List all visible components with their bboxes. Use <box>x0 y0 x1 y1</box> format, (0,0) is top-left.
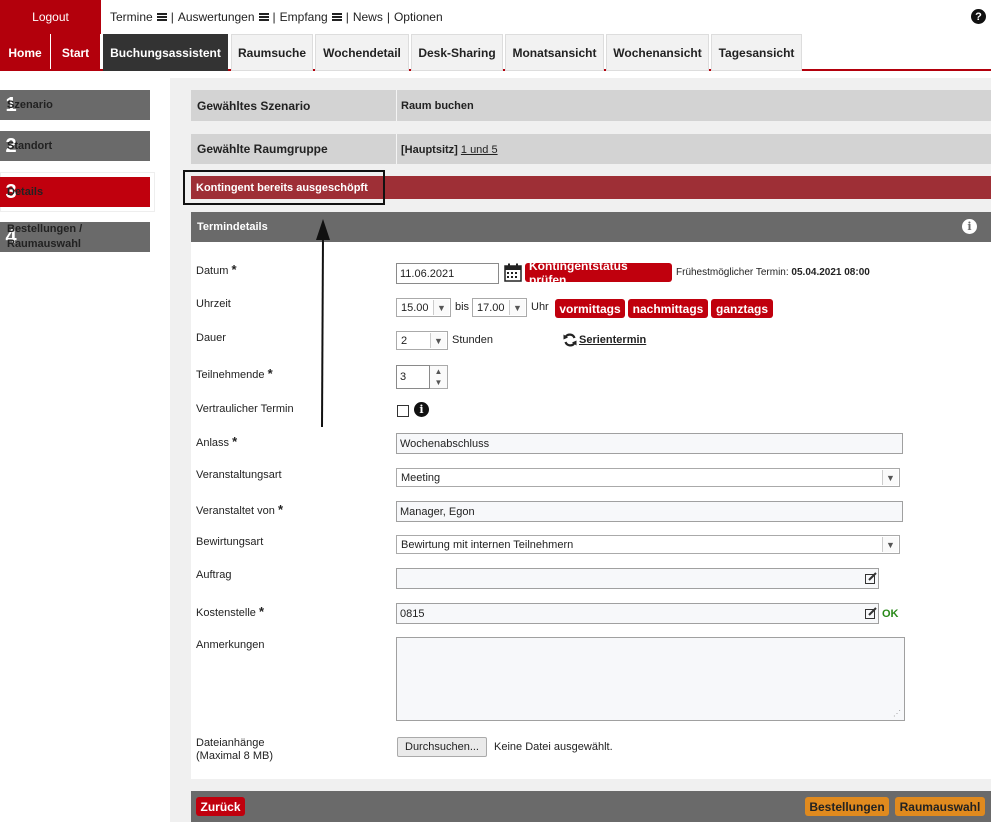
logout-button[interactable]: Logout <box>0 0 101 34</box>
participants-stepper[interactable]: ▲ ▼ <box>430 365 448 389</box>
catering-select[interactable]: Bewirtung mit internen Teilnehmern ▼ <box>396 535 900 554</box>
resize-handle[interactable]: ⋰ <box>893 709 901 718</box>
serientermin-link[interactable]: Serientermin <box>579 334 646 346</box>
cost-center-input[interactable]: 0815 <box>396 603 879 624</box>
browse-button[interactable]: Durchsuchen... <box>397 737 487 757</box>
event-type-select[interactable]: Meeting ▼ <box>396 468 900 487</box>
chevron-down-icon: ▼ <box>882 537 898 552</box>
chevron-down-icon[interactable]: ▼ <box>430 377 447 388</box>
refresh-icon <box>563 333 577 347</box>
chevron-down-icon: ▼ <box>433 300 449 315</box>
vertraulich-label: Vertraulicher Termin <box>196 403 294 415</box>
datum-label: Datum * <box>196 262 237 277</box>
teilnehmende-label: Teilnehmende * <box>196 366 273 381</box>
uhrzeit-label: Uhrzeit <box>196 298 231 310</box>
menu-termine[interactable]: Termine <box>110 10 167 24</box>
nachmittags-button[interactable]: nachmittags <box>628 299 708 318</box>
orders-button[interactable]: Bestellungen <box>805 797 889 816</box>
datei-sub-label: (Maximal 8 MB) <box>196 750 274 762</box>
remarks-textarea[interactable] <box>396 637 905 721</box>
datum-input[interactable]: 11.06.2021 <box>396 263 499 284</box>
ganztags-button[interactable]: ganztags <box>711 299 773 318</box>
check-quota-button[interactable]: Kontingentstatus prüfen <box>525 259 672 287</box>
order-input[interactable] <box>396 568 879 589</box>
duration-select[interactable]: 2 ▼ <box>396 331 448 350</box>
help-icon[interactable]: ? <box>971 9 986 24</box>
room-group-row: Gewählte Raumgruppe [Hauptsitz] 1 und 5 <box>191 134 991 164</box>
room-selection-button[interactable]: Raumauswahl <box>895 797 985 816</box>
info-icon[interactable]: i <box>962 219 977 234</box>
participants-input[interactable]: 3 <box>396 365 430 389</box>
tab-home[interactable]: Home <box>0 34 50 71</box>
hamburger-icon <box>331 13 342 21</box>
time-to-select[interactable]: 17.00 ▼ <box>472 298 527 317</box>
chevron-down-icon: ▼ <box>430 333 446 348</box>
chevron-down-icon: ▼ <box>882 470 898 485</box>
hamburger-icon <box>156 13 167 21</box>
vormittags-button[interactable]: vormittags <box>555 299 625 318</box>
cost-center-status: OK <box>882 608 899 620</box>
tab-wochenansicht[interactable]: Wochenansicht <box>606 34 709 71</box>
anmerkungen-label: Anmerkungen <box>196 639 265 651</box>
auftrag-label: Auftrag <box>196 569 232 581</box>
top-bar: Logout Termine | Auswertungen | Empfang … <box>0 0 991 34</box>
tab-raumsuche[interactable]: Raumsuche <box>231 34 313 71</box>
calendar-icon[interactable] <box>504 263 522 282</box>
scenario-row: Gewähltes Szenario Raum buchen <box>191 90 991 121</box>
organizer-input[interactable]: Manager, Egon <box>396 501 903 522</box>
termin-form: Datum * 11.06.2021 Kontingentstatus prüf… <box>191 242 991 779</box>
tab-wochendetail[interactable]: Wochendetail <box>315 34 409 71</box>
veranstaltet-label: Veranstaltet von * <box>196 502 284 517</box>
datei-label: Dateianhänge <box>196 737 265 749</box>
step-szenario[interactable]: 1 Szenario <box>0 90 150 120</box>
dauer-label: Dauer <box>196 332 226 344</box>
menu-optionen[interactable]: Optionen <box>394 10 443 24</box>
bottom-bar: Zurück Bestellungen Raumauswahl <box>191 791 991 822</box>
top-menu: Termine | Auswertungen | Empfang | News … <box>110 10 443 24</box>
highlight-box <box>183 170 385 205</box>
menu-auswertungen[interactable]: Auswertungen <box>178 10 269 24</box>
chevron-up-icon[interactable]: ▲ <box>430 366 447 377</box>
edit-icon[interactable] <box>865 572 877 584</box>
back-button[interactable]: Zurück <box>196 797 245 816</box>
step-bestellungen[interactable]: 4 Bestellungen / Raumauswahl <box>0 222 150 252</box>
info-icon[interactable]: i <box>414 402 429 417</box>
bewirtung-label: Bewirtungsart <box>196 536 264 548</box>
tab-buchungsassistent[interactable]: Buchungsassistent <box>103 34 228 71</box>
step-details[interactable]: 3 Details <box>0 177 150 207</box>
tab-tagesansicht[interactable]: Tagesansicht <box>711 34 802 71</box>
no-file-text: Keine Datei ausgewählt. <box>494 741 613 753</box>
chevron-down-icon: ▼ <box>509 300 525 315</box>
menu-news[interactable]: News <box>353 10 383 24</box>
menu-empfang[interactable]: Empfang <box>280 10 342 24</box>
anlass-label: Anlass * <box>196 434 238 449</box>
edit-icon[interactable] <box>865 607 877 619</box>
occasion-input[interactable]: Wochenabschluss <box>396 433 903 454</box>
kostenstelle-label: Kostenstelle * <box>196 604 265 619</box>
hamburger-icon <box>258 13 269 21</box>
room-group-link[interactable]: 1 und 5 <box>461 144 498 156</box>
confidential-checkbox[interactable] <box>397 405 409 417</box>
section-header: Termindetails i <box>191 212 991 242</box>
tab-monatsansicht[interactable]: Monatsansicht <box>505 34 604 71</box>
tab-desk-sharing[interactable]: Desk-Sharing <box>411 34 503 71</box>
step-standort[interactable]: 2 Standort <box>0 131 150 161</box>
time-from-select[interactable]: 15.00 ▼ <box>396 298 451 317</box>
tab-start[interactable]: Start <box>51 34 100 71</box>
nav-tabs: Home Start Buchungsassistent Raumsuche W… <box>0 34 991 71</box>
veranstaltungsart-label: Veranstaltungsart <box>196 469 282 481</box>
